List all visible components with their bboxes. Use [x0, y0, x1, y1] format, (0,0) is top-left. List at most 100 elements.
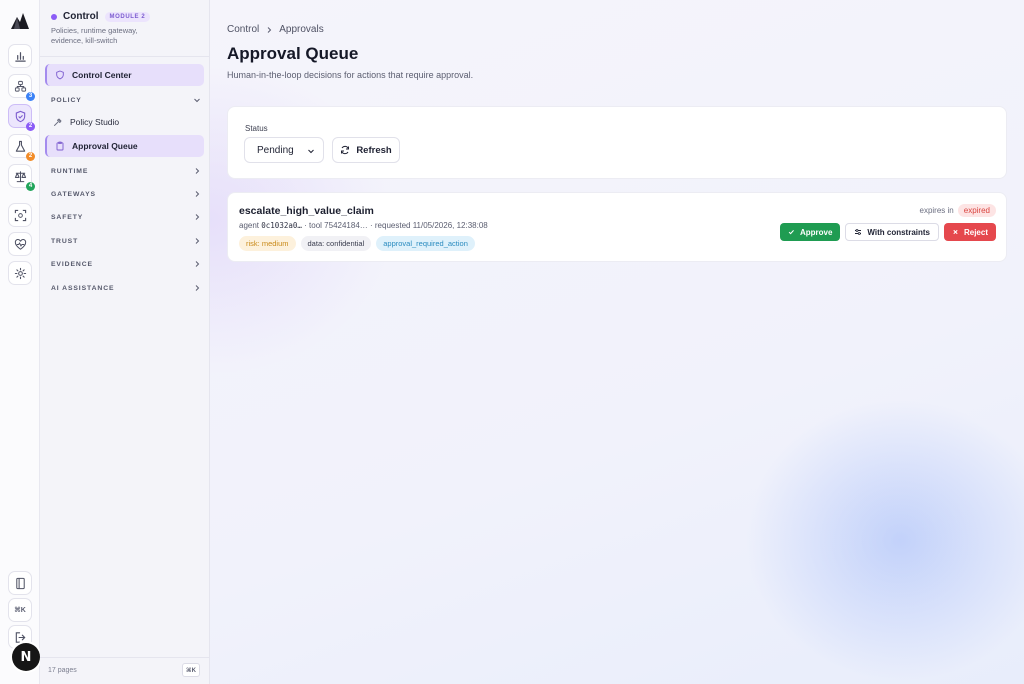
sidebar-section-gateways[interactable]: GATEWAYS — [51, 187, 201, 201]
sidebar-section-ai-assistance[interactable]: AI ASSISTANCE — [51, 281, 201, 295]
hierarchy-icon — [14, 80, 26, 92]
chevron-right-icon — [195, 191, 200, 197]
heart-pulse-icon — [14, 238, 26, 250]
approval-item: escalate_high_value_claim agent 0c1032a0… — [227, 192, 1007, 262]
constraints-label: With constraints — [867, 227, 930, 237]
rail-badge: 2 — [26, 122, 35, 131]
refresh-button[interactable]: Refresh — [332, 137, 400, 163]
book-icon — [15, 577, 25, 589]
sliders-icon — [855, 229, 862, 235]
refresh-label: Refresh — [356, 144, 392, 156]
section-label: POLICY — [51, 96, 82, 104]
command-shortcut-label: ⌘K — [14, 607, 26, 614]
risk-tag: risk: medium — [239, 236, 296, 251]
tool-id: 75424184… — [324, 221, 368, 230]
rail-control-button[interactable]: 2 — [8, 104, 35, 131]
sidebar-item-label: Approval Queue — [72, 141, 138, 151]
sidebar-divider — [40, 56, 210, 57]
scan-icon — [14, 209, 26, 221]
refresh-icon — [341, 145, 350, 155]
approve-label: Approve — [799, 227, 833, 237]
sidebar-item-label: Control Center — [72, 70, 132, 80]
approve-button[interactable]: Approve — [780, 223, 841, 241]
sidebar-item-control-center[interactable]: Control Center — [45, 64, 204, 86]
close-icon — [953, 229, 958, 235]
module-dot-icon — [51, 13, 57, 20]
logout-icon — [15, 631, 25, 643]
shield-icon — [56, 70, 64, 80]
icon-rail: 3 2 2 4 ⌘K N — [0, 0, 40, 684]
reject-button[interactable]: Reject — [944, 223, 996, 241]
sidebar-header: Control MODULE 2 Policies, runtime gatew… — [51, 11, 201, 46]
rail-analytics-button[interactable] — [8, 44, 32, 68]
chevron-right-icon — [195, 238, 200, 244]
chevron-right-icon — [195, 214, 200, 220]
approval-tags: risk: medium data: confidential approval… — [239, 236, 475, 251]
status-label: Status — [245, 124, 268, 133]
rail-badge: 3 — [26, 92, 35, 101]
section-label: GATEWAYS — [51, 190, 96, 198]
reject-label: Reject — [963, 227, 988, 237]
expiry-info: expires in expired — [919, 204, 996, 217]
expires-label: expires in — [919, 206, 954, 215]
sidebar-section-policy[interactable]: POLICY — [51, 93, 201, 107]
logo-icon — [11, 13, 29, 29]
status-select[interactable]: Pending — [244, 137, 324, 163]
approval-action-name: escalate_high_value_claim — [239, 205, 374, 217]
sidebar-footer-divider — [40, 657, 210, 658]
section-label: AI ASSISTANCE — [51, 284, 115, 292]
chevron-down-icon — [194, 98, 200, 103]
sidebar-item-label: Policy Studio — [70, 117, 120, 127]
rail-badge: 2 — [26, 152, 35, 161]
main-content: Control Approvals Approval Queue Human-i… — [210, 0, 1024, 684]
breadcrumb: Control Approvals — [227, 24, 324, 35]
shield-icon — [15, 110, 25, 122]
module-description: Policies, runtime gateway, evidence, kil… — [51, 26, 138, 45]
module-title: Control — [63, 11, 99, 22]
expired-badge: expired — [957, 204, 996, 217]
sidebar-item-approval-queue[interactable]: Approval Queue — [45, 135, 204, 157]
page-subtitle: Human-in-the-loop decisions for actions … — [227, 70, 474, 80]
rail-org-button[interactable]: 3 — [8, 74, 35, 101]
section-label: TRUST — [51, 237, 79, 245]
page-title: Approval Queue — [227, 44, 359, 63]
approval-meta: agent 0c1032a0… · tool 75424184… · reque… — [239, 221, 488, 230]
filter-card: Status Pending Refresh — [227, 106, 1007, 179]
sidebar-section-trust[interactable]: TRUST — [51, 234, 201, 248]
breadcrumb-approvals: Approvals — [279, 24, 324, 35]
pages-count: 17 pages — [48, 667, 77, 674]
section-label: RUNTIME — [51, 167, 89, 175]
sidebar-section-evidence[interactable]: EVIDENCE — [51, 257, 201, 271]
rail-settings-button[interactable] — [8, 261, 32, 285]
sidebar-section-safety[interactable]: SAFETY — [51, 210, 201, 224]
gear-icon — [14, 267, 26, 279]
rail-health-button[interactable] — [8, 232, 32, 256]
section-label: SAFETY — [51, 213, 84, 221]
sidebar-section-runtime[interactable]: RUNTIME — [51, 164, 201, 178]
rail-lab-button[interactable]: 2 — [8, 134, 35, 161]
rail-command-button[interactable]: ⌘K — [8, 598, 32, 622]
clipboard-icon — [56, 141, 64, 151]
bar-chart-icon — [14, 51, 26, 62]
sidebar-item-policy-studio[interactable]: Policy Studio — [45, 111, 204, 133]
chevron-right-icon — [195, 285, 200, 291]
user-avatar[interactable]: N — [12, 643, 40, 671]
breadcrumb-control[interactable]: Control — [227, 24, 259, 35]
chevron-right-icon — [195, 261, 200, 267]
rail-docs-button[interactable] — [8, 571, 32, 595]
rail-compliance-button[interactable]: 4 — [8, 164, 35, 191]
command-palette-shortcut[interactable]: ⌘K — [182, 663, 200, 677]
approval-actions: Approve With constraints Reject — [780, 223, 996, 241]
agent-id: 0c1032a0… — [261, 221, 302, 230]
section-label: EVIDENCE — [51, 260, 93, 268]
action-type-tag: approval_required_action — [376, 236, 475, 251]
approve-with-constraints-button[interactable]: With constraints — [845, 223, 939, 241]
rail-badge: 4 — [26, 182, 35, 191]
module-sidebar: Control MODULE 2 Policies, runtime gatew… — [40, 0, 233, 684]
chevron-right-icon — [267, 26, 272, 33]
tool-label: · tool — [304, 221, 322, 230]
status-select-value: Pending — [257, 144, 294, 156]
chevron-right-icon — [195, 168, 200, 174]
hammer-icon — [54, 118, 62, 126]
rail-scan-button[interactable] — [8, 203, 32, 227]
